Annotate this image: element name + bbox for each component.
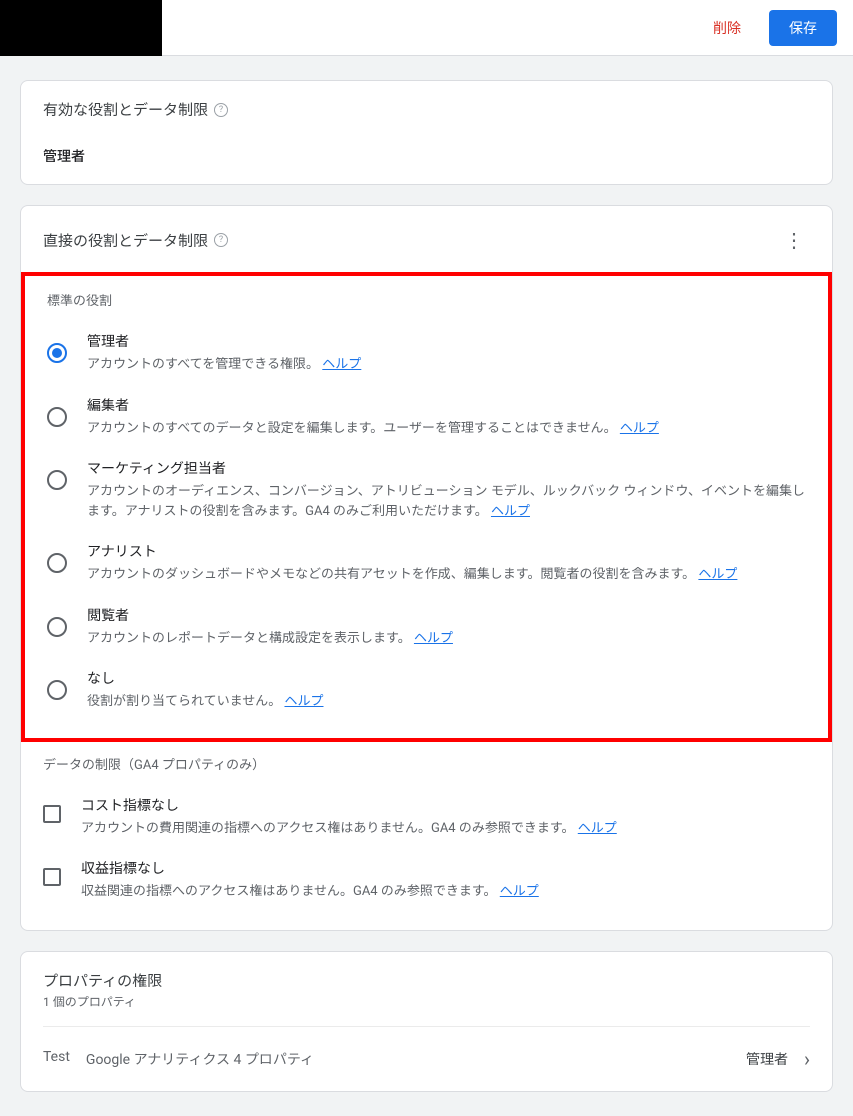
role-item-viewer[interactable]: 閲覧者 アカウントのレポートデータと構成設定を表示します。 ヘルプ [47, 595, 806, 659]
role-item-analyst[interactable]: アナリスト アカウントのダッシュボードやメモなどの共有アセットを作成、編集します… [47, 531, 806, 595]
role-text: マーケティング担当者 アカウントのオーディエンス、コンバージョン、アトリビューシ… [87, 458, 806, 521]
property-row[interactable]: Test Google アナリティクス 4 プロパティ 管理者 › [43, 1026, 810, 1091]
role-radio-editor[interactable] [47, 407, 67, 427]
chevron-right-icon: › [804, 1047, 810, 1071]
effective-roles-title-text: 有効な役割とデータ制限 [43, 99, 208, 120]
role-radio-analyst[interactable] [47, 553, 67, 573]
restriction-text: 収益指標なし 収益関連の指標へのアクセス権はありません。GA4 のみ参照できます… [81, 858, 810, 902]
help-link[interactable]: ヘルプ [620, 421, 659, 436]
direct-roles-title-text: 直接の役割とデータ制限 [43, 230, 208, 251]
restriction-desc: アカウントの費用関連の指標へのアクセス権はありません。GA4 のみ参照できます。… [81, 819, 810, 839]
role-name: アナリスト [87, 541, 806, 561]
role-desc-text: アカウントのレポートデータと構成設定を表示します。 [87, 631, 411, 646]
restriction-item-revenue[interactable]: 収益指標なし 収益関連の指標へのアクセス権はありません。GA4 のみ参照できます… [43, 848, 810, 912]
role-desc-text: アカウントのオーディエンス、コンバージョン、アトリビューション モデル、ルックバ… [87, 484, 805, 519]
role-desc-text: アカウントのすべてのデータと設定を編集します。ユーザーを管理することはできません… [87, 421, 617, 436]
direct-roles-title: 直接の役割とデータ制限 ? [43, 230, 228, 251]
role-text: アナリスト アカウントのダッシュボードやメモなどの共有アセットを作成、編集します… [87, 541, 806, 585]
role-item-marketer[interactable]: マーケティング担当者 アカウントのオーディエンス、コンバージョン、アトリビューシ… [47, 448, 806, 531]
role-desc: アカウントのすべてを管理できる権限。 ヘルプ [87, 355, 806, 375]
data-restrictions-section: データの制限（GA4 プロパティのみ） コスト指標なし アカウントの費用関連の指… [43, 754, 810, 912]
redacted-box [0, 0, 162, 56]
direct-roles-card: 直接の役割とデータ制限 ? ⋮ 標準の役割 管理者 アカウントのすべてを管理でき… [20, 205, 833, 931]
property-title: プロパティの権限 [43, 970, 810, 991]
standard-roles-subtitle: 標準の役割 [47, 290, 806, 309]
topbar: 削除 保存 [0, 0, 853, 56]
data-restrictions-subtitle: データの制限（GA4 プロパティのみ） [43, 754, 810, 773]
role-radio-viewer[interactable] [47, 617, 67, 637]
restriction-desc: 収益関連の指標へのアクセス権はありません。GA4 のみ参照できます。 ヘルプ [81, 882, 810, 902]
role-text: 編集者 アカウントのすべてのデータと設定を編集します。ユーザーを管理することはで… [87, 395, 806, 439]
property-label1: Test [43, 1049, 70, 1069]
help-link[interactable]: ヘルプ [500, 884, 539, 899]
more-button[interactable]: ⋮ [778, 224, 810, 256]
more-vert-icon: ⋮ [784, 228, 804, 253]
role-name: 閲覧者 [87, 605, 806, 625]
effective-roles-title: 有効な役割とデータ制限 ? [43, 99, 810, 120]
help-icon[interactable]: ? [214, 233, 228, 247]
restriction-text: コスト指標なし アカウントの費用関連の指標へのアクセス権はありません。GA4 の… [81, 795, 810, 839]
role-radio-admin[interactable] [47, 343, 67, 363]
role-text: 閲覧者 アカウントのレポートデータと構成設定を表示します。 ヘルプ [87, 605, 806, 649]
property-row-right: 管理者 › [746, 1047, 810, 1071]
role-radio-none[interactable] [47, 680, 67, 700]
help-link[interactable]: ヘルプ [414, 631, 453, 646]
help-icon[interactable]: ? [214, 103, 228, 117]
topbar-actions: 削除 保存 [701, 10, 837, 46]
role-desc: アカウントのオーディエンス、コンバージョン、アトリビューション モデル、ルックバ… [87, 482, 806, 521]
property-label2: Google アナリティクス 4 プロパティ [86, 1049, 314, 1069]
role-desc-text: アカウントのすべてを管理できる権限。 [87, 357, 319, 372]
role-desc: アカウントのダッシュボードやメモなどの共有アセットを作成、編集します。閲覧者の役… [87, 565, 806, 585]
help-link[interactable]: ヘルプ [578, 821, 617, 836]
role-desc-text: アカウントのダッシュボードやメモなどの共有アセットを作成、編集します。閲覧者の役… [87, 567, 695, 582]
restriction-desc-text: アカウントの費用関連の指標へのアクセス権はありません。GA4 のみ参照できます。 [81, 821, 575, 836]
restriction-checkbox-revenue[interactable] [43, 868, 61, 886]
restriction-name: 収益指標なし [81, 858, 810, 878]
help-link[interactable]: ヘルプ [322, 357, 361, 372]
delete-button[interactable]: 削除 [701, 10, 753, 46]
role-desc: アカウントのレポートデータと構成設定を表示します。 ヘルプ [87, 629, 806, 649]
content: 有効な役割とデータ制限 ? 管理者 直接の役割とデータ制限 ? ⋮ 標準の役割 … [0, 56, 853, 1116]
help-link[interactable]: ヘルプ [491, 504, 530, 519]
role-text: なし 役割が割り当てられていません。 ヘルプ [87, 668, 806, 712]
role-item-none[interactable]: なし 役割が割り当てられていません。 ヘルプ [47, 658, 806, 722]
save-button[interactable]: 保存 [769, 10, 837, 46]
role-item-admin[interactable]: 管理者 アカウントのすべてを管理できる権限。 ヘルプ [47, 321, 806, 385]
standard-roles-section: 標準の役割 管理者 アカウントのすべてを管理できる権限。 ヘルプ 編集者 アカウ… [21, 272, 832, 742]
role-desc: アカウントのすべてのデータと設定を編集します。ユーザーを管理することはできません… [87, 419, 806, 439]
role-radio-marketer[interactable] [47, 470, 67, 490]
help-link[interactable]: ヘルプ [698, 567, 737, 582]
restriction-desc-text: 収益関連の指標へのアクセス権はありません。GA4 のみ参照できます。 [81, 884, 497, 899]
role-item-editor[interactable]: 編集者 アカウントのすべてのデータと設定を編集します。ユーザーを管理することはで… [47, 385, 806, 449]
direct-roles-title-row: 直接の役割とデータ制限 ? ⋮ [43, 224, 810, 256]
property-permissions-card: プロパティの権限 1 個のプロパティ Test Google アナリティクス 4… [20, 951, 833, 1092]
role-text: 管理者 アカウントのすべてを管理できる権限。 ヘルプ [87, 331, 806, 375]
role-desc-text: 役割が割り当てられていません。 [87, 694, 281, 709]
role-name: 管理者 [87, 331, 806, 351]
property-role: 管理者 [746, 1049, 788, 1069]
role-desc: 役割が割り当てられていません。 ヘルプ [87, 692, 806, 712]
effective-roles-card: 有効な役割とデータ制限 ? 管理者 [20, 80, 833, 185]
restriction-name: コスト指標なし [81, 795, 810, 815]
property-row-left: Test Google アナリティクス 4 プロパティ [43, 1049, 314, 1069]
property-count: 1 個のプロパティ [43, 993, 810, 1010]
role-name: 編集者 [87, 395, 806, 415]
effective-role-value: 管理者 [43, 146, 810, 166]
role-name: なし [87, 668, 806, 688]
help-link[interactable]: ヘルプ [284, 694, 323, 709]
restriction-checkbox-cost[interactable] [43, 805, 61, 823]
role-name: マーケティング担当者 [87, 458, 806, 478]
topbar-left [0, 0, 162, 55]
restriction-item-cost[interactable]: コスト指標なし アカウントの費用関連の指標へのアクセス権はありません。GA4 の… [43, 785, 810, 849]
